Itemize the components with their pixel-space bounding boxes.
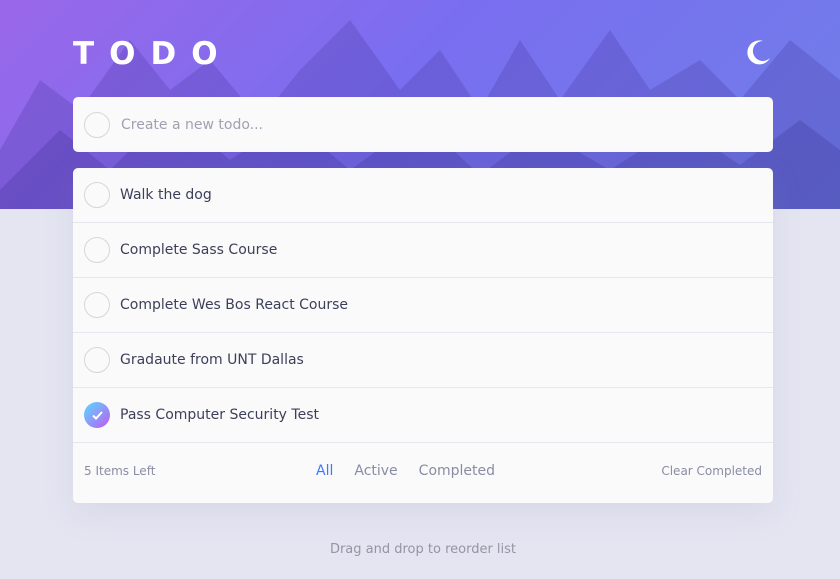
todo-text: Walk the dog — [120, 187, 212, 203]
todo-item[interactable]: Complete Sass Course — [73, 223, 773, 278]
app-title: TODO — [73, 36, 233, 72]
todo-text: Gradaute from UNT Dallas — [120, 352, 304, 368]
clear-completed-button[interactable]: Clear Completed — [661, 464, 762, 478]
filter-active[interactable]: Active — [354, 463, 397, 479]
theme-toggle-button[interactable] — [745, 38, 773, 66]
todo-check-circle[interactable] — [84, 292, 110, 318]
todo-check-circle[interactable] — [84, 182, 110, 208]
app-header: TODO — [73, 36, 773, 72]
todo-check-circle[interactable] — [84, 237, 110, 263]
todo-text: Complete Sass Course — [120, 242, 278, 258]
todo-check-circle[interactable] — [84, 347, 110, 373]
todo-text: Complete Wes Bos React Course — [120, 297, 349, 313]
todo-text: Pass Computer Security Test — [120, 407, 319, 423]
todo-footer: 5 Items Left All Active Completed Clear … — [73, 443, 773, 503]
check-icon — [91, 410, 103, 420]
todo-list: Walk the dog Complete Sass Course Complete… — [73, 168, 773, 503]
filter-tabs: All Active Completed — [316, 463, 495, 479]
items-left-count: 5 Items Left — [84, 464, 156, 478]
filter-completed[interactable]: Completed — [419, 463, 495, 479]
new-todo-input[interactable] — [121, 109, 721, 140]
new-todo-check-circle[interactable] — [84, 111, 110, 138]
moon-icon — [747, 40, 770, 65]
filter-all[interactable]: All — [316, 463, 333, 479]
todo-item[interactable]: Complete Wes Bos React Course — [73, 278, 773, 333]
todo-check-circle[interactable] — [84, 402, 110, 428]
todo-item[interactable]: Walk the dog — [73, 168, 773, 223]
new-todo-bar — [73, 97, 773, 152]
todo-item[interactable]: Pass Computer Security Test — [73, 388, 773, 443]
todo-item[interactable]: Gradaute from UNT Dallas — [73, 333, 773, 388]
drag-drop-hint: Drag and drop to reorder list — [329, 542, 517, 557]
